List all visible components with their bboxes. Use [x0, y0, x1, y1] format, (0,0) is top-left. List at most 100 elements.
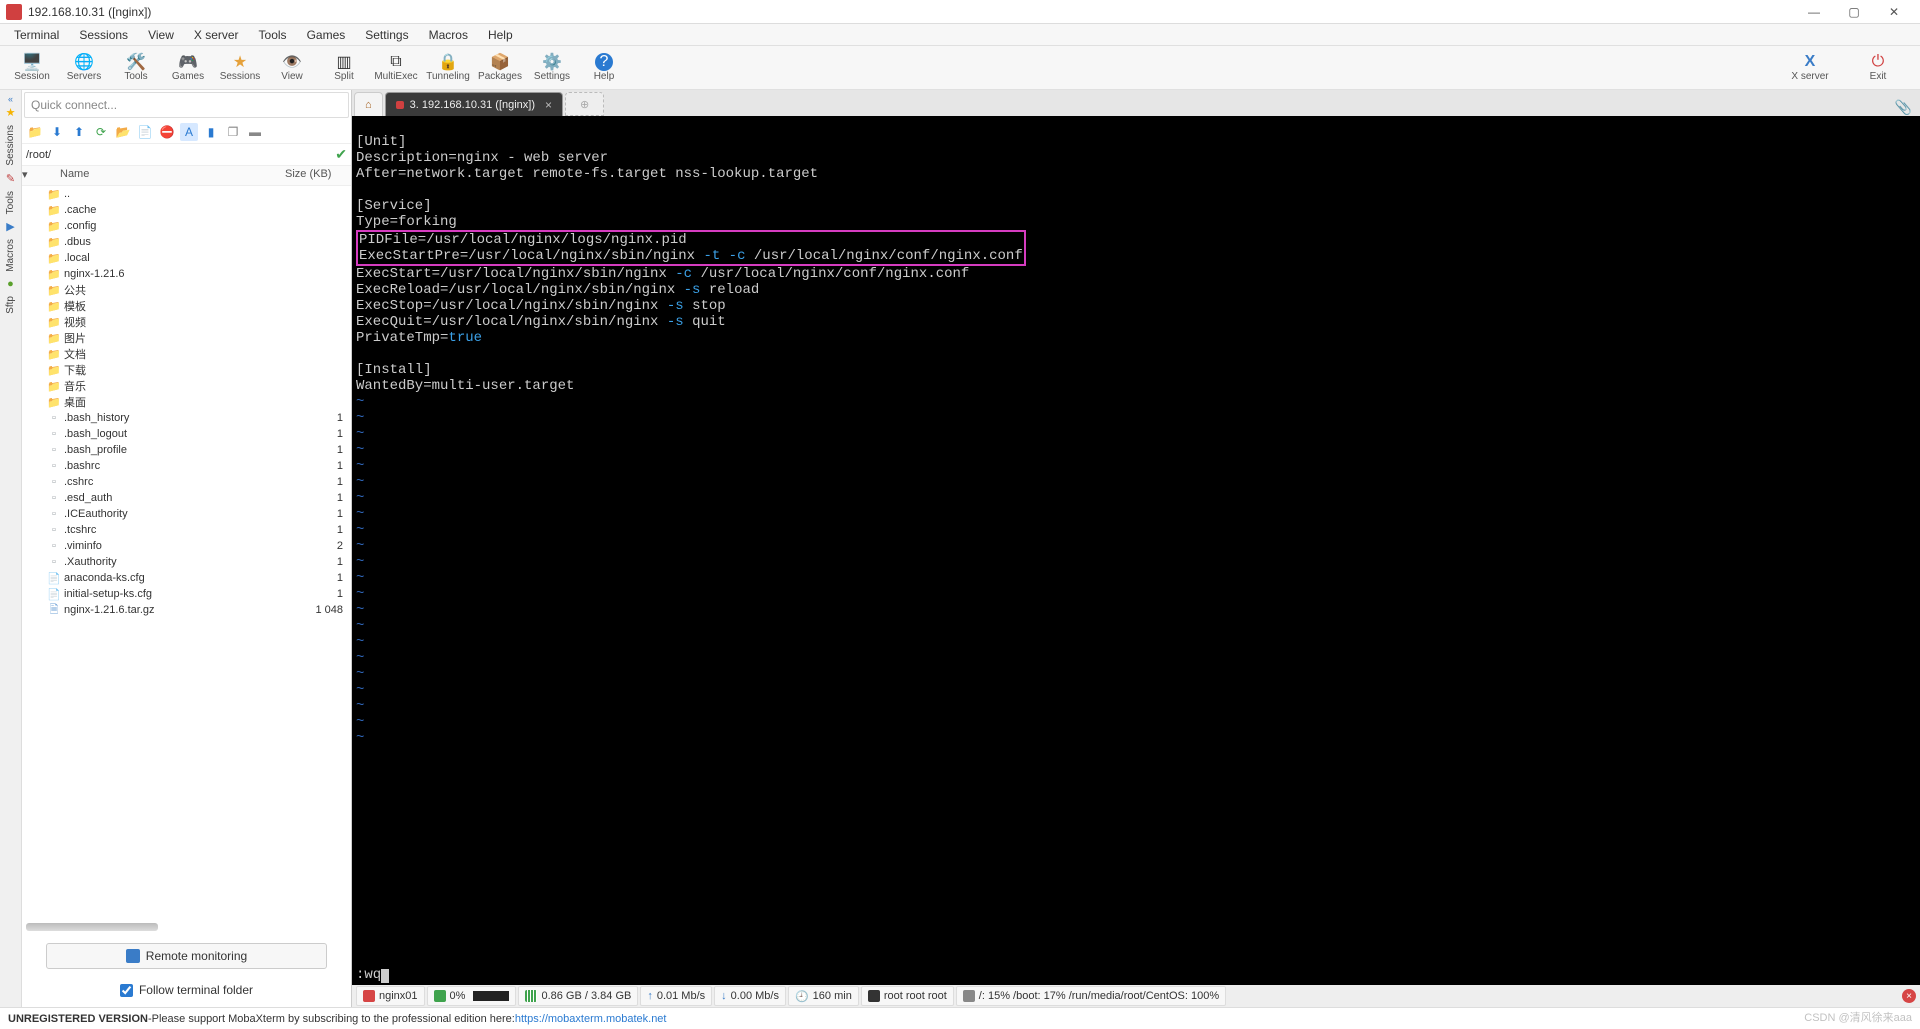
home-icon: ⌂	[365, 99, 372, 111]
horizontal-scrollbar[interactable]	[26, 923, 158, 931]
menu-settings[interactable]: Settings	[355, 26, 418, 44]
refresh-icon[interactable]: ⟳	[92, 123, 110, 141]
collapse-left-icon[interactable]: «	[8, 92, 13, 106]
list-item[interactable]: 📄initial-setup-ks.cfg1	[22, 586, 351, 602]
quick-connect-input[interactable]: Quick connect...	[24, 92, 349, 118]
toolbar-session[interactable]: 🖥️Session	[6, 47, 58, 89]
toolbar-packages[interactable]: 📦Packages	[474, 47, 526, 89]
list-item[interactable]: 📁.local	[22, 250, 351, 266]
maximize-button[interactable]: ▢	[1834, 1, 1874, 23]
follow-terminal-checkbox[interactable]	[120, 984, 133, 997]
file-icon: 📁	[46, 396, 62, 409]
list-item[interactable]: 📁nginx-1.21.6	[22, 266, 351, 282]
settings-icon[interactable]: ▬	[246, 123, 264, 141]
star-icon: ★	[233, 53, 247, 71]
list-item[interactable]: ▫.esd_auth1	[22, 490, 351, 506]
list-item[interactable]: ▫.tcshrc1	[22, 522, 351, 538]
toolbar-multiexec[interactable]: ⧉MultiExec	[370, 47, 422, 89]
vtab-sftp[interactable]: Sftp	[3, 290, 18, 320]
status-link[interactable]: https://mobaxterm.mobatek.net	[515, 1013, 667, 1025]
toolbar-split[interactable]: ▥Split	[318, 47, 370, 89]
column-size[interactable]: Size (KB)	[281, 166, 351, 185]
file-icon: 📁	[46, 252, 62, 265]
download-icon[interactable]: ⬇	[48, 123, 66, 141]
tab-close-icon[interactable]: ×	[545, 98, 552, 112]
sftp-path[interactable]: /root/	[26, 149, 335, 161]
list-item[interactable]: ▫.viminfo2	[22, 538, 351, 554]
edit-icon[interactable]: A	[180, 123, 198, 141]
terminal[interactable]: [Unit] Description=nginx - web server Af…	[352, 116, 1920, 985]
list-item[interactable]: 📄anaconda-ks.cfg1	[22, 570, 351, 586]
list-item[interactable]: ▫.bash_logout1	[22, 426, 351, 442]
vtab-macros[interactable]: Macros	[3, 233, 18, 278]
footer-close-button[interactable]: ×	[1902, 989, 1916, 1003]
file-name: 公共	[62, 282, 287, 298]
menu-tools[interactable]: Tools	[249, 26, 297, 44]
list-item[interactable]: 📁图片	[22, 330, 351, 346]
list-item[interactable]: ▫.bash_history1	[22, 410, 351, 426]
file-name: nginx-1.21.6	[62, 268, 287, 280]
list-item[interactable]: 📁桌面	[22, 394, 351, 410]
delete-icon[interactable]: ⛔	[158, 123, 176, 141]
column-name[interactable]: Name	[36, 166, 281, 185]
sftp-file-list[interactable]: 📁..📁.cache📁.config📁.dbus📁.local📁nginx-1.…	[22, 186, 351, 919]
menu-games[interactable]: Games	[297, 26, 356, 44]
toolbar-servers[interactable]: 🌐Servers	[58, 47, 110, 89]
file-icon: ▫	[46, 412, 62, 424]
toolbar-xserver[interactable]: XX server	[1784, 47, 1836, 89]
list-item[interactable]: 📁.cache	[22, 202, 351, 218]
toolbar-sessions[interactable]: ★Sessions	[214, 47, 266, 89]
menu-terminal[interactable]: Terminal	[4, 26, 69, 44]
file-icon: ▫	[46, 428, 62, 440]
toolbar-help[interactable]: ?Help	[578, 47, 630, 89]
list-item[interactable]: 📁公共	[22, 282, 351, 298]
tab-home[interactable]: ⌂	[354, 92, 383, 116]
list-item[interactable]: ▫.ICEauthority1	[22, 506, 351, 522]
menu-macros[interactable]: Macros	[419, 26, 478, 44]
close-button[interactable]: ✕	[1874, 1, 1914, 23]
menu-sessions[interactable]: Sessions	[69, 26, 138, 44]
list-item[interactable]: 📁文档	[22, 346, 351, 362]
tab-active[interactable]: 3. 192.168.10.31 ([nginx]) ×	[385, 92, 563, 116]
menu-help[interactable]: Help	[478, 26, 523, 44]
new-file-icon[interactable]: 📄	[136, 123, 154, 141]
list-item[interactable]: 📁下载	[22, 362, 351, 378]
toolbar-exit[interactable]: ⏻Exit	[1852, 47, 1904, 89]
monitor-icon: 🖥️	[22, 53, 42, 71]
toolbar-view[interactable]: 👁️View	[266, 47, 318, 89]
sftp-path-row: /root/ ✔	[22, 144, 351, 166]
list-item[interactable]: 📁.dbus	[22, 234, 351, 250]
vtab-tools[interactable]: Tools	[3, 185, 18, 220]
sort-indicator-icon[interactable]: ▾	[22, 166, 36, 185]
toolbar-tools[interactable]: 🛠️Tools	[110, 47, 162, 89]
window-statusbar: UNREGISTERED VERSION - Please support Mo…	[0, 1007, 1920, 1029]
list-item[interactable]: 🗎nginx-1.21.6.tar.gz1 048	[22, 602, 351, 618]
list-item[interactable]: 📁模板	[22, 298, 351, 314]
file-size: 1	[287, 428, 347, 440]
list-item[interactable]: 📁.config	[22, 218, 351, 234]
upload-icon[interactable]: ⬆	[70, 123, 88, 141]
list-item[interactable]: ▫.bash_profile1	[22, 442, 351, 458]
terminal-icon[interactable]: ❐	[224, 123, 242, 141]
menu-view[interactable]: View	[138, 26, 184, 44]
list-item[interactable]: 📁音乐	[22, 378, 351, 394]
new-folder-icon[interactable]: 📂	[114, 123, 132, 141]
minimize-button[interactable]: —	[1794, 1, 1834, 23]
clock-icon: 🕘	[795, 990, 809, 1003]
list-item[interactable]: 📁..	[22, 186, 351, 202]
toolbar-settings[interactable]: ⚙️Settings	[526, 47, 578, 89]
menu-xserver[interactable]: X server	[184, 26, 249, 44]
list-item[interactable]: ▫.bashrc1	[22, 458, 351, 474]
list-item[interactable]: ▫.cshrc1	[22, 474, 351, 490]
list-item[interactable]: ▫.Xauthority1	[22, 554, 351, 570]
remote-monitoring-button[interactable]: Remote monitoring	[46, 943, 327, 969]
vtab-sessions[interactable]: Sessions	[3, 119, 18, 172]
toolbar-games[interactable]: 🎮Games	[162, 47, 214, 89]
tab-new[interactable]: ⊕	[565, 92, 604, 116]
folder-up-icon[interactable]: 📁	[26, 123, 44, 141]
toolbar-tunneling[interactable]: 🔒Tunneling	[422, 47, 474, 89]
file-name: .tcshrc	[62, 524, 287, 536]
list-item[interactable]: 📁视频	[22, 314, 351, 330]
paperclip-icon[interactable]: 📎	[1887, 99, 1920, 116]
properties-icon[interactable]: ▮	[202, 123, 220, 141]
